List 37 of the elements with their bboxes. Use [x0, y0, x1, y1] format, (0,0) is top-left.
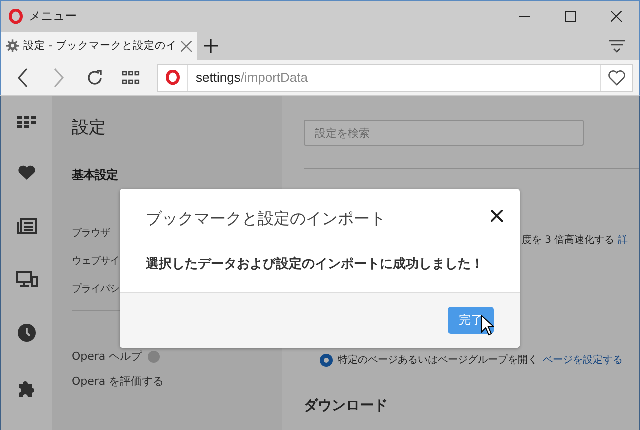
- gear-icon: [6, 38, 20, 54]
- settings-link[interactable]: Opera ヘルプ: [72, 349, 142, 364]
- settings-link[interactable]: Opera を評価する: [72, 374, 164, 389]
- url-text: settings/importData: [195, 70, 308, 85]
- done-button[interactable]: 完了: [448, 307, 494, 334]
- news-icon[interactable]: [16, 218, 36, 234]
- puzzle-icon[interactable]: [18, 379, 36, 397]
- forward-icon: [53, 68, 65, 88]
- details-link[interactable]: 詳: [618, 235, 628, 246]
- settings-nav-item[interactable]: 基本設定: [72, 167, 282, 184]
- close-icon: [610, 11, 622, 22]
- address-field[interactable]: settings/importData: [157, 64, 633, 92]
- opera-logo-icon: [9, 9, 23, 24]
- dialog-message: 選択したデータおよび設定のインポートに成功しました！: [145, 256, 485, 274]
- radio-button[interactable]: [320, 354, 333, 366]
- search-field[interactable]: 設定を検索: [304, 120, 584, 146]
- grid-icon[interactable]: [16, 116, 36, 128]
- back-icon: [17, 68, 29, 88]
- maximize-icon: [564, 11, 576, 22]
- mouse-cursor-icon: [481, 315, 494, 336]
- browser-tab[interactable]: 設定 - ブックマークと設定のイ: [1, 32, 197, 60]
- clock-icon[interactable]: [18, 324, 36, 342]
- radio-label: 特定のページあるいはページグループを開く: [338, 354, 538, 367]
- window-title: メニュー: [29, 8, 77, 25]
- settings-title: 設定: [72, 117, 107, 139]
- devices-icon[interactable]: [16, 271, 38, 287]
- set-pages-link[interactable]: ページを設定する: [543, 353, 623, 367]
- close-tab-icon[interactable]: [181, 40, 192, 52]
- setting-text: 度を 3 倍高速化する: [522, 235, 615, 246]
- grid-icon: [122, 70, 140, 84]
- opera-logo-icon: [166, 70, 180, 85]
- tab-title: 設定 - ブックマークと設定のイ: [24, 39, 177, 53]
- section-heading: ダウンロード: [304, 397, 389, 415]
- reload-icon: [86, 68, 104, 86]
- dialog-title: ブックマークと設定のインポート: [146, 208, 387, 230]
- heart-icon[interactable]: [18, 165, 36, 181]
- close-icon[interactable]: [488, 207, 506, 225]
